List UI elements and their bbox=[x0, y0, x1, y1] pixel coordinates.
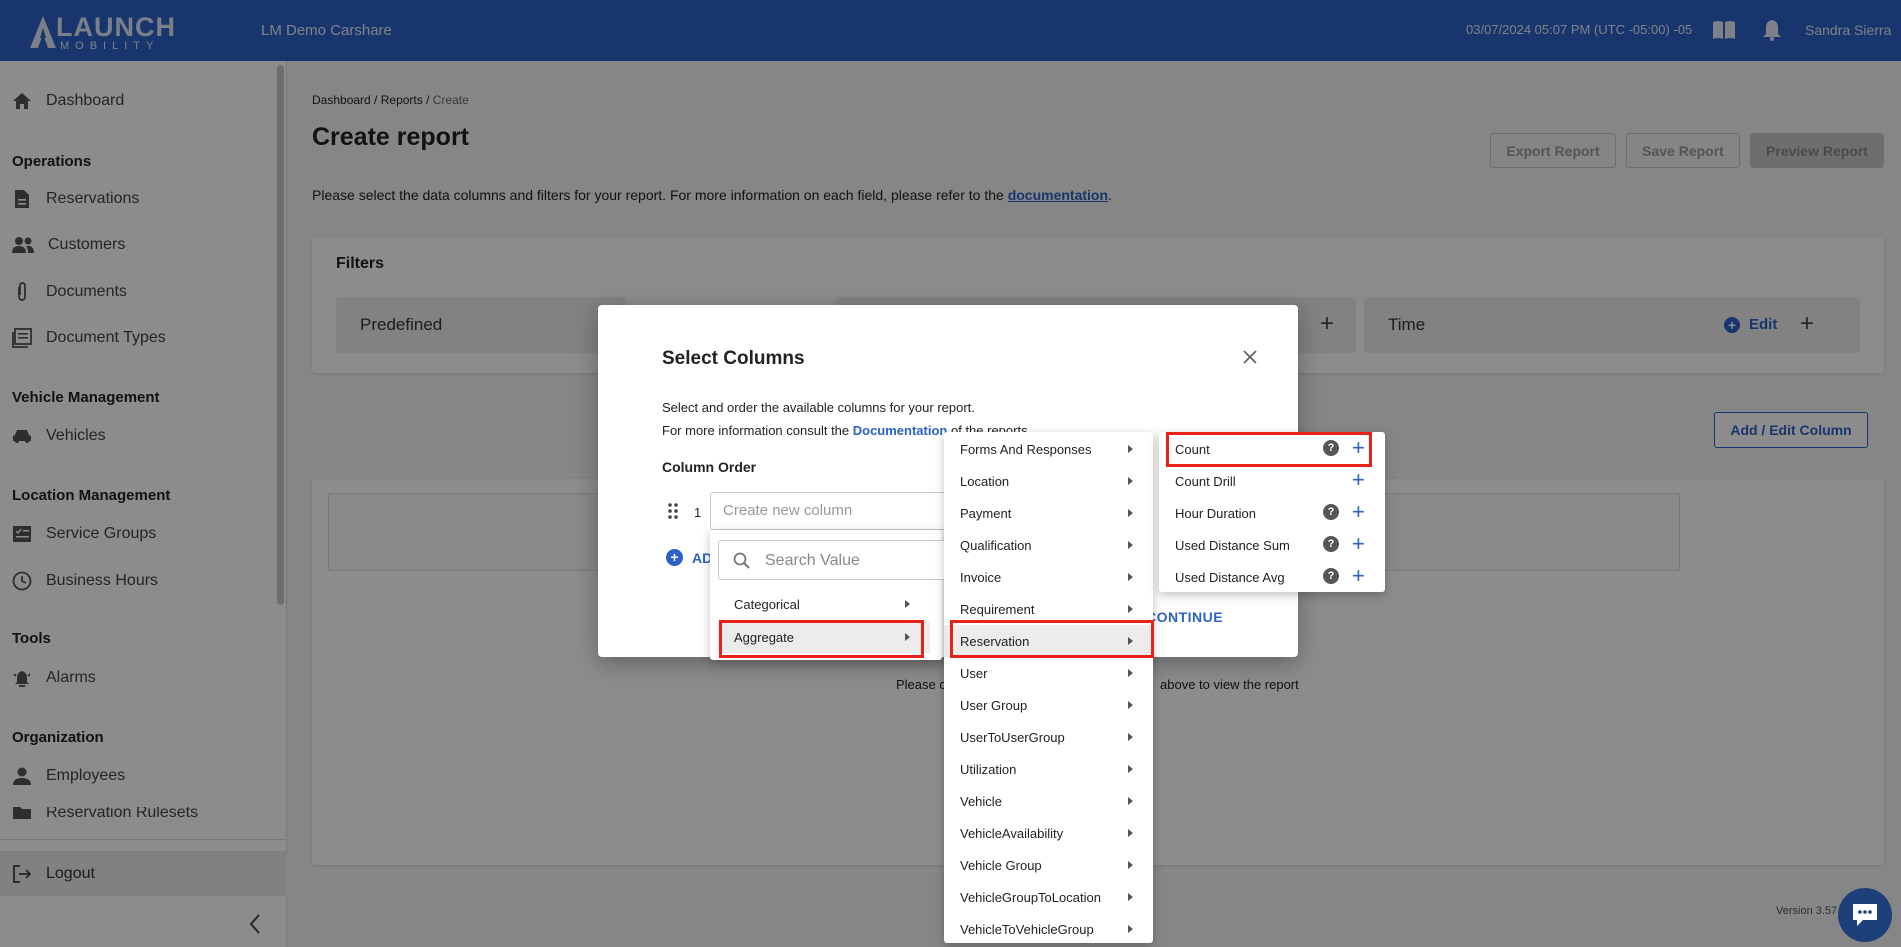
menu-item-label: Aggregate bbox=[734, 629, 794, 645]
chat-button[interactable] bbox=[1838, 888, 1892, 942]
menu-item-label: Requirement bbox=[960, 601, 1035, 617]
menu-item-requirement[interactable]: Requirement bbox=[944, 593, 1153, 625]
menu-item-qualification[interactable]: Qualification bbox=[944, 529, 1153, 561]
submenu-arrow-icon bbox=[1128, 893, 1133, 901]
menu-item-forms-and-responses[interactable]: Forms And Responses bbox=[944, 433, 1153, 465]
menu-item-vehicle-group[interactable]: Vehicle Group bbox=[944, 849, 1153, 881]
menu-item-vehicle-group-to-location[interactable]: VehicleGroupToLocation bbox=[944, 881, 1153, 913]
add-hour-duration-plus-icon[interactable]: + bbox=[1352, 501, 1365, 523]
column-order-heading: Column Order bbox=[662, 459, 757, 475]
submenu-arrow-icon bbox=[1128, 829, 1133, 837]
menu-item-vehicle-to-vehicle-group[interactable]: VehicleToVehicleGroup bbox=[944, 913, 1153, 945]
submenu-arrow-icon bbox=[1128, 765, 1133, 773]
menu-item-label: Count Drill bbox=[1175, 473, 1236, 489]
submenu-arrow-icon bbox=[1128, 541, 1133, 549]
submenu-arrow-icon bbox=[1128, 605, 1133, 613]
menu-item-label: VehicleGroupToLocation bbox=[960, 889, 1101, 905]
add-circle-icon: + bbox=[666, 549, 683, 566]
submenu-arrow-icon bbox=[1128, 861, 1133, 869]
submenu-arrow-icon bbox=[1128, 925, 1133, 933]
add-count-plus-icon[interactable]: + bbox=[1352, 437, 1365, 459]
menu-item-label: Payment bbox=[960, 505, 1012, 521]
help-icon[interactable]: ? bbox=[1323, 568, 1339, 584]
menu-item-label: Used Distance Avg bbox=[1175, 569, 1285, 585]
menu-item-label: Used Distance Sum bbox=[1175, 537, 1290, 553]
menu-item-vehicle[interactable]: Vehicle bbox=[944, 785, 1153, 817]
submenu-arrow-icon bbox=[1128, 797, 1133, 805]
add-used-distance-avg-plus-icon[interactable]: + bbox=[1352, 565, 1365, 587]
help-icon[interactable]: ? bbox=[1323, 504, 1339, 520]
menu-item-user-group[interactable]: User Group bbox=[944, 689, 1153, 721]
menu-item-location[interactable]: Location bbox=[944, 465, 1153, 497]
submenu-arrow-icon bbox=[1128, 637, 1133, 645]
menu-item-user[interactable]: User bbox=[944, 657, 1153, 689]
chat-icon bbox=[1853, 904, 1877, 926]
submenu-arrow-icon bbox=[1128, 733, 1133, 741]
menu-item-label: Vehicle Group bbox=[960, 857, 1042, 873]
menu-item-label: Count bbox=[1175, 441, 1210, 457]
search-value-input[interactable]: Search Value bbox=[718, 540, 948, 580]
menu-item-label: Qualification bbox=[960, 537, 1032, 553]
help-icon[interactable]: ? bbox=[1323, 536, 1339, 552]
menu-item-label: VehicleAvailability bbox=[960, 825, 1064, 841]
menu-item-vehicle-availability[interactable]: VehicleAvailability bbox=[944, 817, 1153, 849]
menu-item-label: Utilization bbox=[960, 761, 1017, 777]
menu-item-aggregate[interactable]: Aggregate bbox=[718, 621, 930, 653]
submenu-arrow-icon bbox=[1128, 445, 1133, 453]
submenu-arrow-icon bbox=[1128, 477, 1133, 485]
submenu-arrow-icon bbox=[1128, 573, 1133, 581]
submenu-arrow-icon bbox=[905, 633, 910, 641]
dialog-documentation-link[interactable]: Documentation bbox=[853, 423, 948, 438]
submenu-arrow-icon bbox=[905, 600, 910, 608]
menu-item-label: UserToUserGroup bbox=[960, 729, 1065, 745]
add-count-drill-plus-icon[interactable]: + bbox=[1352, 469, 1365, 491]
menu-item-label: Vehicle bbox=[960, 793, 1002, 809]
column-row-number: 1 bbox=[694, 505, 702, 520]
type-menu: Categorical Aggregate bbox=[718, 588, 930, 658]
menu-item-utilization[interactable]: Utilization bbox=[944, 753, 1153, 785]
dialog-title: Select Columns bbox=[662, 348, 805, 369]
search-placeholder: Search Value bbox=[765, 552, 860, 569]
menu-item-label: Reservation bbox=[960, 633, 1030, 649]
menu-item-label: Forms And Responses bbox=[960, 441, 1092, 457]
menu-item-label: Invoice bbox=[960, 569, 1002, 585]
drag-handle-icon[interactable] bbox=[668, 503, 678, 519]
menu-item-label: VehicleToVehicleGroup bbox=[960, 921, 1094, 937]
menu-item-label: User bbox=[960, 665, 988, 681]
menu-item-label: Location bbox=[960, 473, 1010, 489]
close-icon[interactable] bbox=[1242, 349, 1258, 365]
search-icon bbox=[733, 552, 750, 569]
menu-item-label: Categorical bbox=[734, 596, 800, 612]
menu-item-user-to-user-group[interactable]: UserToUserGroup bbox=[944, 721, 1153, 753]
submenu-arrow-icon bbox=[1128, 669, 1133, 677]
continue-button[interactable]: CONTINUE bbox=[1146, 609, 1223, 625]
doc-line-prefix: For more information consult the bbox=[662, 423, 853, 438]
submenu-arrow-icon bbox=[1128, 509, 1133, 517]
menu-item-label: Hour Duration bbox=[1175, 505, 1256, 521]
menu-item-invoice[interactable]: Invoice bbox=[944, 561, 1153, 593]
entity-menu: Forms And Responses Location Payment Qua… bbox=[944, 432, 1153, 943]
menu-item-reservation[interactable]: Reservation bbox=[944, 625, 1153, 657]
menu-item-label: User Group bbox=[960, 697, 1028, 713]
dialog-description: Select and order the available columns f… bbox=[662, 400, 975, 415]
create-new-column-input[interactable]: Create new column bbox=[710, 492, 970, 530]
add-used-distance-sum-plus-icon[interactable]: + bbox=[1352, 533, 1365, 555]
submenu-arrow-icon bbox=[1128, 701, 1133, 709]
menu-item-categorical[interactable]: Categorical bbox=[718, 588, 930, 620]
menu-item-payment[interactable]: Payment bbox=[944, 497, 1153, 529]
measure-menu: Count ? + Count Drill + Hour Duration ? … bbox=[1159, 432, 1385, 592]
help-icon[interactable]: ? bbox=[1323, 440, 1339, 456]
